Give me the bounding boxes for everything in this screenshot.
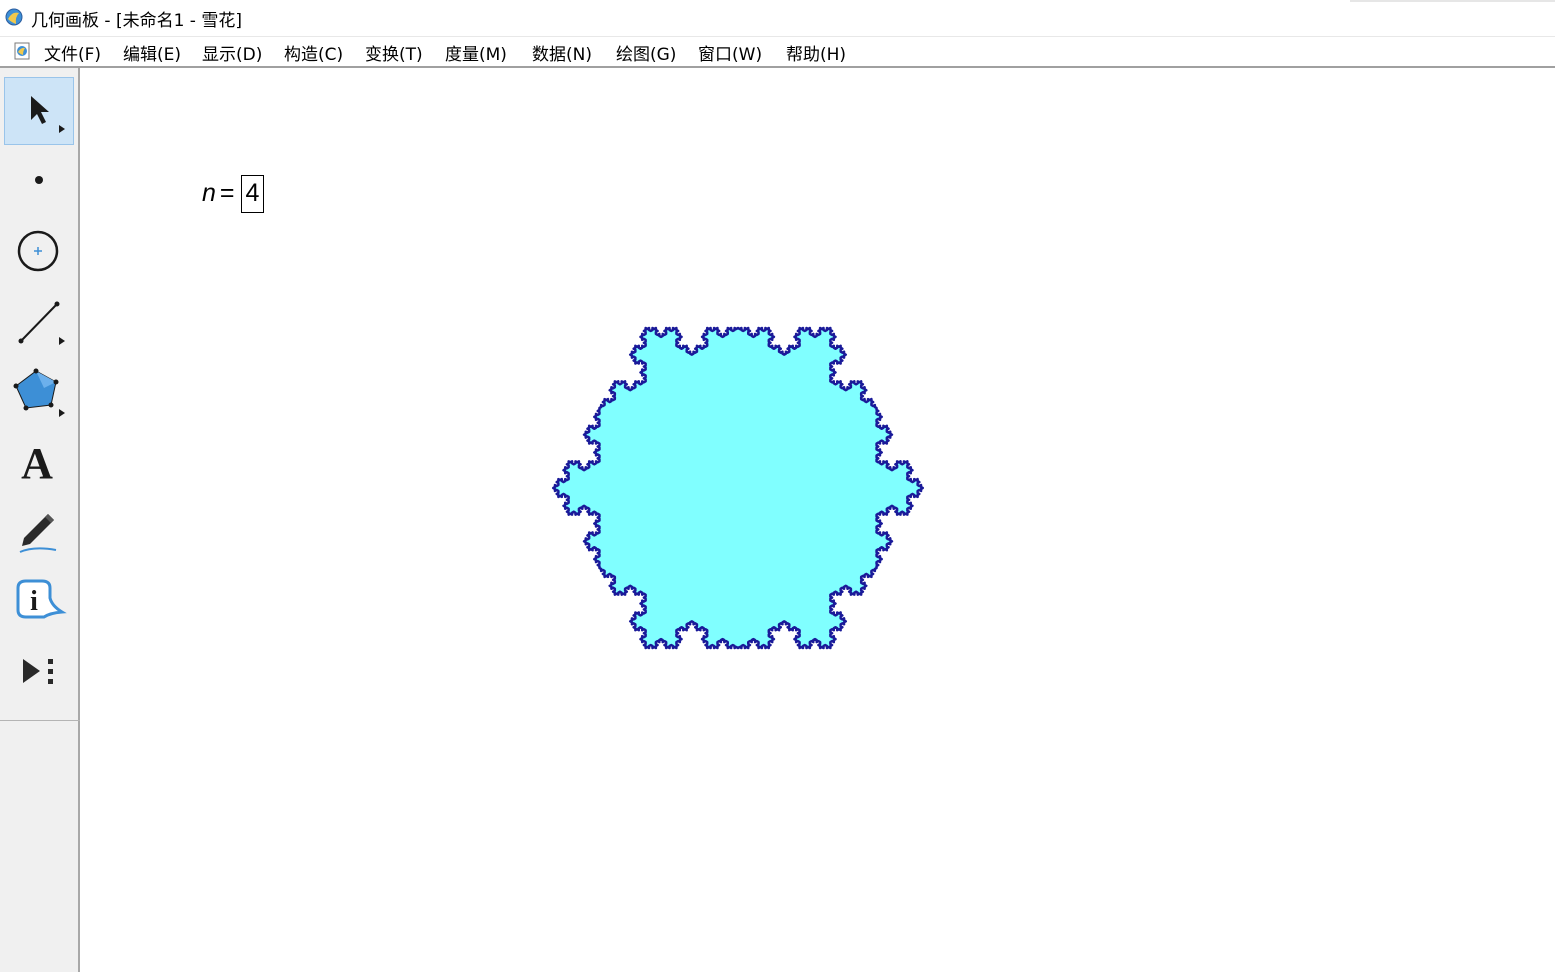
toolbox-separator xyxy=(0,720,80,721)
svg-text:i: i xyxy=(30,586,38,617)
line-segment-icon xyxy=(18,301,65,345)
menu-bar: 文件(F) 编辑(E) 显示(D) 构造(C) 变换(T) 度量(M) 数据(N… xyxy=(0,36,1555,66)
compass-tool[interactable] xyxy=(4,216,74,284)
point-icon xyxy=(35,176,43,184)
menu-measure[interactable]: 度量(M) xyxy=(445,40,507,65)
text-a-icon: A xyxy=(21,439,53,488)
menu-data[interactable]: 数据(N) xyxy=(532,40,592,65)
point-tool[interactable] xyxy=(4,146,74,214)
title-bar-edge xyxy=(1350,0,1555,2)
pentagon-polygon-icon xyxy=(13,368,65,417)
title-bar: 几何画板 - [未命名1 - 雪花] xyxy=(0,0,1555,36)
marker-tool[interactable] xyxy=(4,496,74,564)
app-logo-icon xyxy=(5,8,23,26)
document-icon[interactable] xyxy=(12,41,32,61)
arrow-cursor-icon xyxy=(31,96,65,133)
menu-file[interactable]: 文件(F) xyxy=(44,40,101,65)
polygon-tool[interactable] xyxy=(4,356,74,424)
straightedge-tool[interactable] xyxy=(4,286,74,354)
menu-construct[interactable]: 构造(C) xyxy=(284,40,343,65)
menu-display[interactable]: 显示(D) xyxy=(202,40,262,65)
information-tool[interactable]: i xyxy=(4,566,74,634)
menu-window[interactable]: 窗口(W) xyxy=(698,40,762,65)
text-tool[interactable]: A xyxy=(4,426,74,494)
marker-pen-icon xyxy=(19,514,57,553)
circle-compass-icon xyxy=(17,230,59,272)
sketch-canvas[interactable]: n = 4 xyxy=(82,68,1555,972)
arrow-select-tool[interactable] xyxy=(4,77,74,145)
toolbox: A i xyxy=(0,68,80,972)
snowflake-polygon[interactable] xyxy=(552,326,924,650)
custom-tools[interactable] xyxy=(4,636,74,704)
menu-edit[interactable]: 编辑(E) xyxy=(123,40,181,65)
play-custom-tools-icon xyxy=(23,659,53,684)
svg-text:A: A xyxy=(21,439,53,488)
menu-help[interactable]: 帮助(H) xyxy=(786,40,846,65)
info-bubble-icon: i xyxy=(16,579,67,619)
koch-snowflake[interactable] xyxy=(82,68,1555,972)
menu-transform[interactable]: 变换(T) xyxy=(365,40,423,65)
window-title: 几何画板 - [未命名1 - 雪花] xyxy=(31,11,242,31)
menu-graph[interactable]: 绘图(G) xyxy=(616,40,676,65)
